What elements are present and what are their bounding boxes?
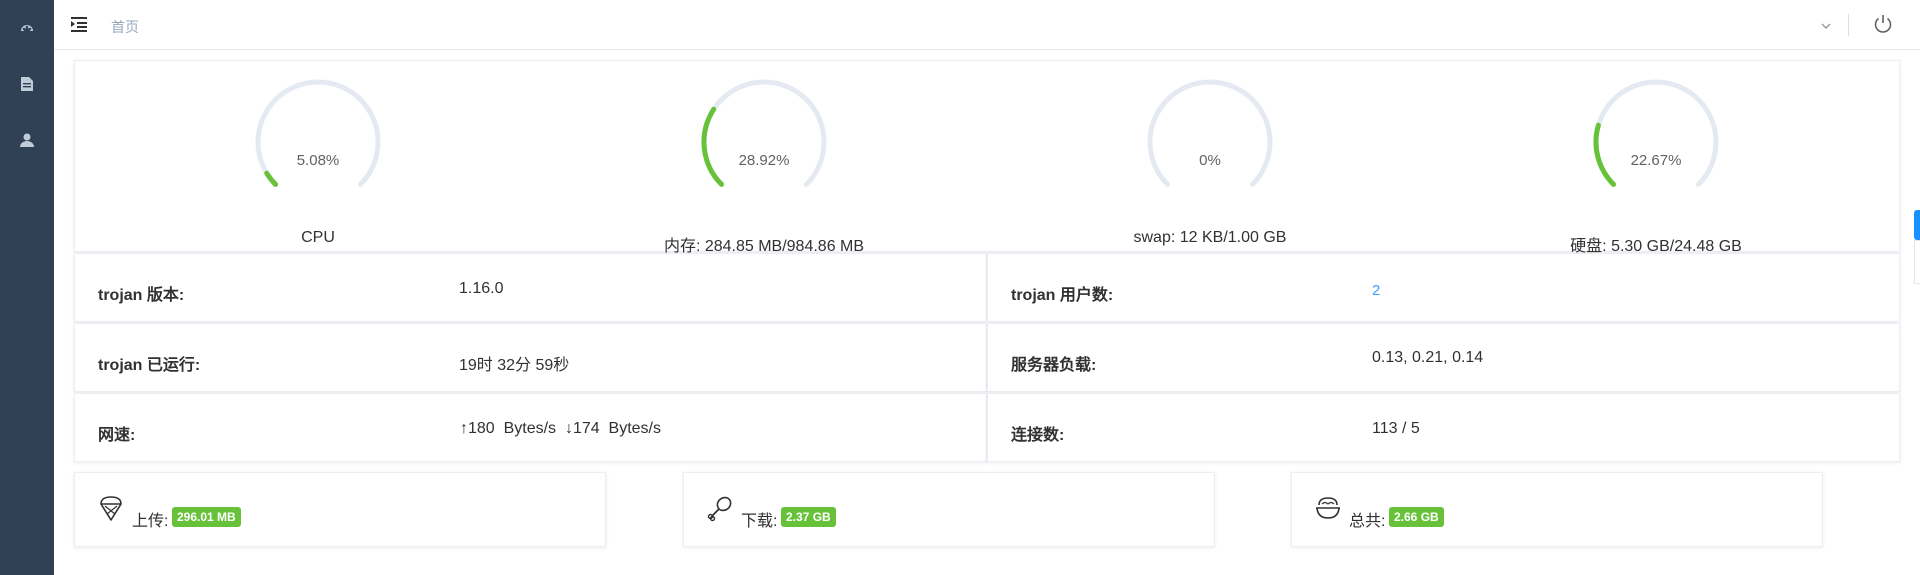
disk-percent: 22.67% xyxy=(1630,152,1682,169)
swap-gauge: 0% swap: 12 KB/1.00 GB xyxy=(1110,79,1310,249)
users-count-link[interactable]: 2 xyxy=(1372,282,1380,299)
connections-cell: 连接数: 113 / 5 xyxy=(987,393,1900,462)
cpu-percent: 5.08% xyxy=(296,152,340,169)
connections-value: 113 / 5 xyxy=(1372,420,1420,437)
system-gauges-card: 5.08% CPU 28.92% 内存: 284.85 MB/984.86 MB… xyxy=(74,60,1900,255)
info-row-2: trojan 已运行: 19时 32分 59秒 服务器负载: 0.13, 0.2… xyxy=(74,323,1900,392)
download-label: 下载: xyxy=(741,513,778,530)
load-cell: 服务器负载: 0.13, 0.21, 0.14 xyxy=(987,323,1900,392)
breadcrumb: 首页 xyxy=(111,19,139,35)
power-icon[interactable] xyxy=(1872,13,1894,35)
load-key: 服务器负载: xyxy=(1011,357,1097,374)
upload-card: 上传: 296.01 MB xyxy=(74,472,606,547)
uptime-cell: trojan 已运行: 19时 32分 59秒 xyxy=(74,323,987,392)
speed-key: 网速: xyxy=(98,427,136,444)
right-panel-tab[interactable] xyxy=(1914,210,1920,240)
total-card: 总共: 2.66 GB xyxy=(1291,472,1823,547)
info-row-1: trojan 版本: 1.16.0 trojan 用户数: 2 xyxy=(74,253,1900,322)
total-badge: 2.66 GB xyxy=(1389,507,1444,527)
version-key: trojan 版本: xyxy=(98,287,185,304)
topbar-divider xyxy=(1848,14,1849,36)
right-panel-tab-body xyxy=(1914,240,1920,284)
swap-gauge-ring xyxy=(1147,79,1273,187)
info-row-3: 网速: ↑180 Bytes/s ↓174 Bytes/s 连接数: 113 /… xyxy=(74,393,1900,462)
drumstick-icon xyxy=(706,495,734,523)
cpu-label: CPU xyxy=(301,229,335,246)
document-icon[interactable] xyxy=(18,75,36,93)
users-cell: trojan 用户数: 2 xyxy=(987,253,1900,322)
uptime-key: trojan 已运行: xyxy=(98,357,201,374)
memory-gauge-ring xyxy=(701,79,827,187)
users-key: trojan 用户数: xyxy=(1011,287,1114,304)
user-icon[interactable] xyxy=(18,131,36,149)
topbar: 首页 xyxy=(54,0,1920,50)
speed-value: ↑180 Bytes/s ↓174 Bytes/s xyxy=(460,420,661,437)
total-label: 总共: xyxy=(1349,513,1386,530)
connections-key: 连接数: xyxy=(1011,427,1065,444)
disk-gauge: 22.67% 硬盘: 5.30 GB/24.48 GB xyxy=(1556,79,1756,255)
menu-toggle-icon[interactable] xyxy=(70,15,88,33)
load-value: 0.13, 0.21, 0.14 xyxy=(1372,349,1484,366)
swap-label: swap: 12 KB/1.00 GB xyxy=(1133,229,1287,246)
sidebar xyxy=(0,0,54,575)
memory-percent: 28.92% xyxy=(738,152,790,169)
swap-percent: 0% xyxy=(1199,152,1221,169)
bowl-icon xyxy=(1314,495,1342,523)
dashboard-icon[interactable] xyxy=(18,19,36,37)
ice-cream-icon xyxy=(97,495,125,523)
chevron-down-icon[interactable] xyxy=(1820,19,1832,31)
upload-badge: 296.01 MB xyxy=(172,507,241,527)
download-badge: 2.37 GB xyxy=(781,507,836,527)
cpu-gauge: 5.08% CPU xyxy=(218,79,418,249)
uptime-value: 19时 32分 59秒 xyxy=(459,357,570,374)
disk-gauge-ring xyxy=(1593,79,1719,187)
cpu-gauge-ring xyxy=(255,79,381,187)
memory-gauge: 28.92% 内存: 284.85 MB/984.86 MB xyxy=(664,79,864,255)
upload-label: 上传: xyxy=(132,513,169,530)
version-cell: trojan 版本: 1.16.0 xyxy=(74,253,987,322)
version-value: 1.16.0 xyxy=(459,280,504,297)
download-card: 下载: 2.37 GB xyxy=(683,472,1215,547)
speed-cell: 网速: ↑180 Bytes/s ↓174 Bytes/s xyxy=(74,393,987,462)
